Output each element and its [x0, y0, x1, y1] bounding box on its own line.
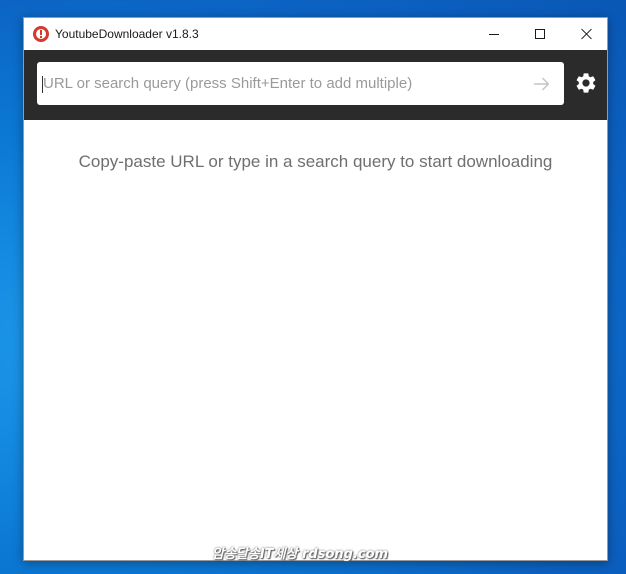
minimize-button[interactable]: [471, 18, 517, 50]
close-button[interactable]: [563, 18, 609, 50]
main-content: Copy-paste URL or type in a search query…: [24, 120, 607, 560]
text-caret: [42, 76, 43, 93]
empty-state-hint: Copy-paste URL or type in a search query…: [78, 152, 553, 171]
toolbar: [24, 50, 607, 120]
maximize-icon: [535, 29, 545, 39]
close-icon: [580, 28, 592, 40]
title-bar[interactable]: YoutubeDownloader v1.8.3: [24, 18, 607, 50]
search-input[interactable]: [43, 62, 523, 105]
arrow-right-icon[interactable]: [531, 73, 553, 95]
gear-icon[interactable]: [574, 71, 598, 95]
app-window: YoutubeDownloader v1.8.3 Copy-paste URL …: [23, 17, 608, 561]
window-title: YoutubeDownloader v1.8.3: [55, 27, 199, 41]
search-box[interactable]: [37, 62, 564, 105]
maximize-button[interactable]: [517, 18, 563, 50]
app-logo-icon: [33, 26, 49, 42]
watermark: 암송달송IT세상 rdsong.com: [212, 547, 389, 562]
minimize-icon: [489, 33, 499, 35]
